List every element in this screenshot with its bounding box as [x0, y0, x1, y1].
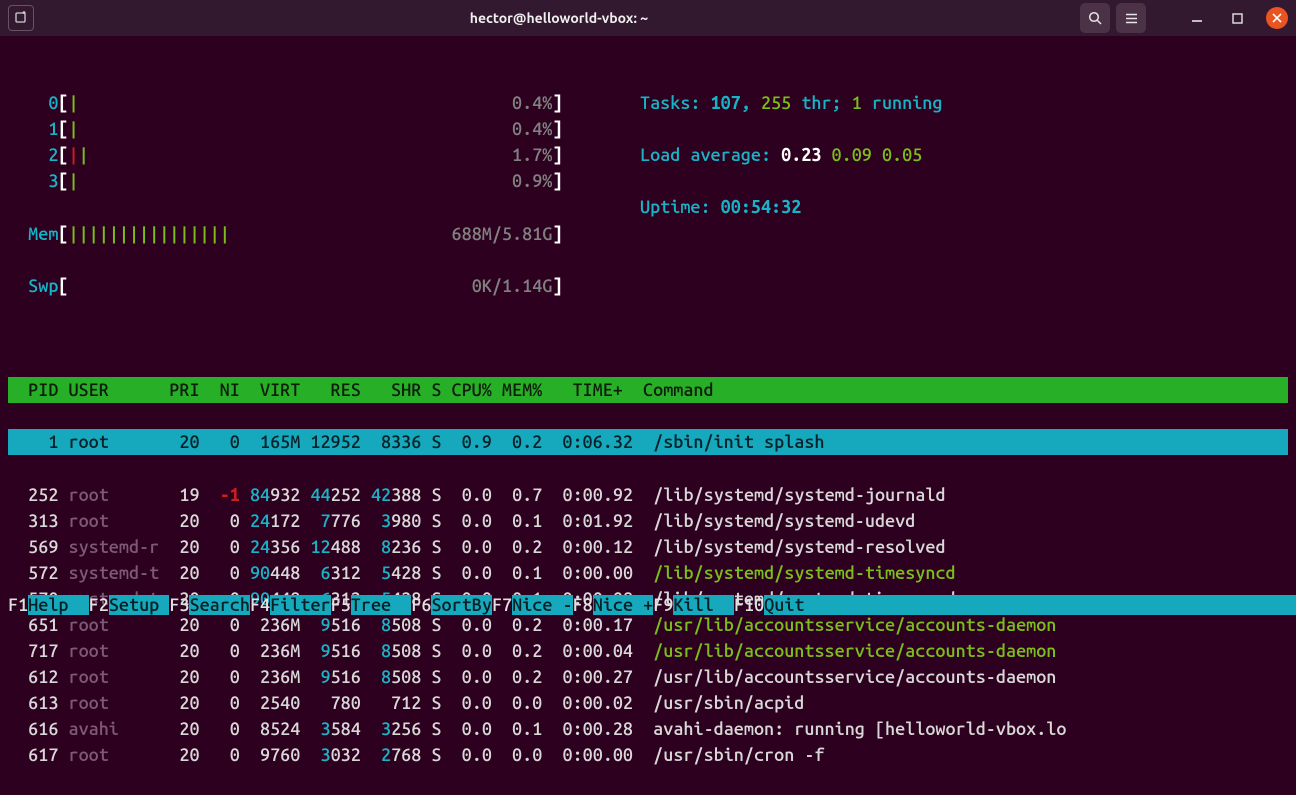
- fkey-action[interactable]: Setup: [109, 595, 169, 615]
- mem-used: 688M: [452, 224, 492, 244]
- fkey-action[interactable]: Tree: [351, 595, 411, 615]
- window-titlebar: hector@helloworld-vbox: ~: [0, 0, 1296, 36]
- swp-total: 1.14G: [502, 276, 552, 296]
- hamburger-menu-button[interactable]: [1116, 3, 1146, 33]
- fkey-action[interactable]: Kill: [673, 595, 733, 615]
- fkey-action[interactable]: Nice +: [593, 595, 653, 615]
- search-button[interactable]: [1080, 3, 1110, 33]
- fkey-label: F1: [8, 595, 28, 615]
- fkey-action[interactable]: Search: [189, 595, 249, 615]
- fkey-action[interactable]: Quit: [764, 595, 824, 615]
- swp-meter: Swp[ 0K/1.14G]: [8, 273, 1288, 299]
- system-stats: Tasks: 107, 255 thr; 1 running Load aver…: [640, 64, 942, 247]
- process-row[interactable]: 313 root 20 0 24172 7776 3980 S 0.0 0.1 …: [8, 508, 1288, 534]
- fkey-label: F7: [492, 595, 512, 615]
- fkey-label: F4: [250, 595, 270, 615]
- process-row[interactable]: 252 root 19 -1 84932 44252 42388 S 0.0 0…: [8, 482, 1288, 508]
- process-row[interactable]: 717 root 20 0 236M 9516 8508 S 0.0 0.2 0…: [8, 638, 1288, 664]
- fkey-label: F3: [169, 595, 189, 615]
- fkey-label: F8: [573, 595, 593, 615]
- minimize-button[interactable]: [1186, 7, 1208, 29]
- fkey-action[interactable]: Filter: [270, 595, 330, 615]
- fkey-label: F2: [89, 595, 109, 615]
- load-15: 0.05: [882, 145, 922, 165]
- load-label: Load average:: [640, 145, 781, 165]
- process-row[interactable]: 572 systemd-t 20 0 90448 6312 5428 S 0.0…: [8, 560, 1288, 586]
- threads-count: 255: [761, 93, 791, 113]
- tasks-label: Tasks:: [640, 93, 711, 113]
- load-1: 0.23: [781, 145, 821, 165]
- process-row[interactable]: 617 root 20 0 9760 3032 2768 S 0.0 0.0 0…: [8, 742, 1288, 768]
- uptime-label: Uptime:: [640, 197, 721, 217]
- uptime-value: 00:54:32: [721, 197, 802, 217]
- process-rows: 252 root 19 -1 84932 44252 42388 S 0.0 0…: [8, 482, 1288, 769]
- swp-used: 0K: [472, 276, 492, 296]
- fkey-action[interactable]: SortBy: [431, 595, 491, 615]
- close-button[interactable]: [1266, 7, 1288, 29]
- fkey-label: F9: [653, 595, 673, 615]
- process-table-header[interactable]: PID USER PRI NI VIRT RES SHR S CPU% MEM%…: [8, 377, 1288, 403]
- mem-bars: ||||||||||||||||: [69, 224, 230, 244]
- process-row[interactable]: 569 systemd-r 20 0 24356 12488 8236 S 0.…: [8, 534, 1288, 560]
- process-row[interactable]: 616 avahi 20 0 8524 3584 3256 S 0.0 0.1 …: [8, 716, 1288, 742]
- process-row-selected[interactable]: 1 root 20 0 165M 12952 8336 S 0.9 0.2 0:…: [8, 429, 1288, 455]
- mem-total: 5.81G: [502, 224, 552, 244]
- running-count: 1: [852, 93, 862, 113]
- window-title: hector@helloworld-vbox: ~: [44, 8, 1074, 28]
- process-row[interactable]: 613 root 20 0 2540 780 712 S 0.0 0.0 0:0…: [8, 690, 1288, 716]
- fkey-action[interactable]: Nice -: [512, 595, 572, 615]
- new-tab-button[interactable]: [8, 5, 34, 31]
- fkey-action[interactable]: Help: [28, 595, 88, 615]
- maximize-button[interactable]: [1226, 7, 1248, 29]
- load-5: 0.09: [832, 145, 872, 165]
- tasks-count: 107: [711, 93, 741, 113]
- fkey-label: F5: [331, 595, 351, 615]
- fkey-label: F6: [411, 595, 431, 615]
- process-row[interactable]: 612 root 20 0 236M 9516 8508 S 0.0 0.2 0…: [8, 664, 1288, 690]
- fkey-label: F10: [734, 595, 764, 615]
- footer-fkeys: F1Help F2Setup F3SearchF4FilterF5Tree F6…: [8, 592, 1288, 618]
